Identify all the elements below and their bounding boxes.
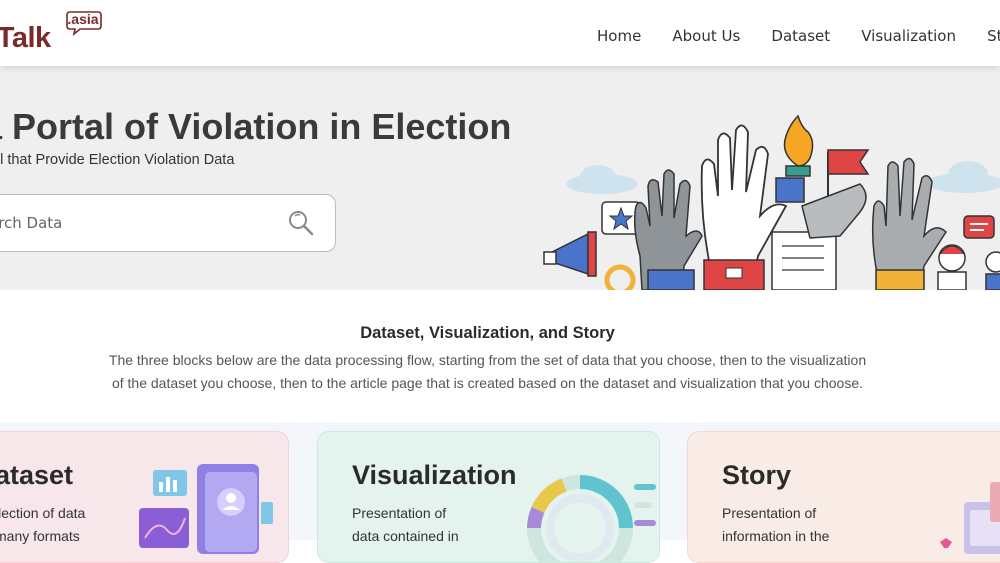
top-navbar: taTalk .asia Home About Us Dataset Visua… (0, 0, 1000, 66)
search-icon[interactable] (287, 209, 315, 237)
card-description-line: llection of data (0, 505, 86, 521)
site-logo[interactable]: taTalk (0, 22, 51, 55)
person-icon (937, 244, 1000, 290)
logo-badge-text: .asia (67, 11, 99, 27)
card-description: Presentation of data contained in (352, 502, 459, 548)
section-title: Dataset, Visualization, and Story (360, 324, 615, 342)
card-title: ataset (0, 460, 74, 490)
dataset-illustration (139, 464, 273, 554)
torch-icon (775, 114, 814, 203)
nav-home[interactable]: Home (597, 27, 641, 45)
election-illustration (543, 114, 1000, 290)
section-description-line: The three blocks below are the data proc… (108, 352, 867, 368)
laptop-illustration (940, 482, 1000, 554)
logo-text: taTalk (0, 22, 51, 54)
donut-chart-icon (527, 475, 656, 562)
dataset-card[interactable]: ataset llection of data many formats (0, 431, 289, 563)
card-description-line: many formats (0, 528, 80, 544)
card-description: llection of data many formats (0, 502, 85, 548)
card-title: Visualization (352, 460, 517, 490)
card-description-line: Presentation of (722, 505, 817, 521)
hero-banner: ta Portal of Violation in Election tal t… (0, 66, 1000, 290)
search-input[interactable] (0, 195, 291, 251)
visualization-card[interactable]: Visualization Presentation of data conta… (317, 431, 660, 563)
hero-subtitle: tal that Provide Election Violation Data (0, 152, 235, 168)
raised-hand-icon (633, 169, 703, 290)
card-description-line: Presentation of (352, 505, 447, 521)
nav-visualization[interactable]: Visualization (861, 27, 956, 45)
chat-bubble-icon (963, 215, 995, 239)
main-nav: Home About Us Dataset Visualization Stor… (597, 26, 1000, 45)
section-description: The three blocks below are the data proc… (60, 349, 915, 395)
logo-badge: .asia (66, 10, 102, 37)
story-card[interactable]: Story Presentation of information in the (687, 431, 1000, 563)
search-box (0, 194, 336, 252)
card-description: Presentation of information in the (722, 502, 829, 548)
section-description-line: of the dataset you choose, then to the a… (111, 375, 864, 391)
card-description-line: information in the (722, 528, 830, 544)
card-description-line: data contained in (352, 528, 459, 544)
nav-story[interactable]: Story (987, 27, 1000, 45)
hero-title: ta Portal of Violation in Election (0, 106, 512, 147)
nav-dataset[interactable]: Dataset (771, 27, 830, 45)
card-title: Story (722, 460, 792, 490)
nav-about-us[interactable]: About Us (672, 27, 740, 45)
megaphone-icon (543, 231, 597, 277)
